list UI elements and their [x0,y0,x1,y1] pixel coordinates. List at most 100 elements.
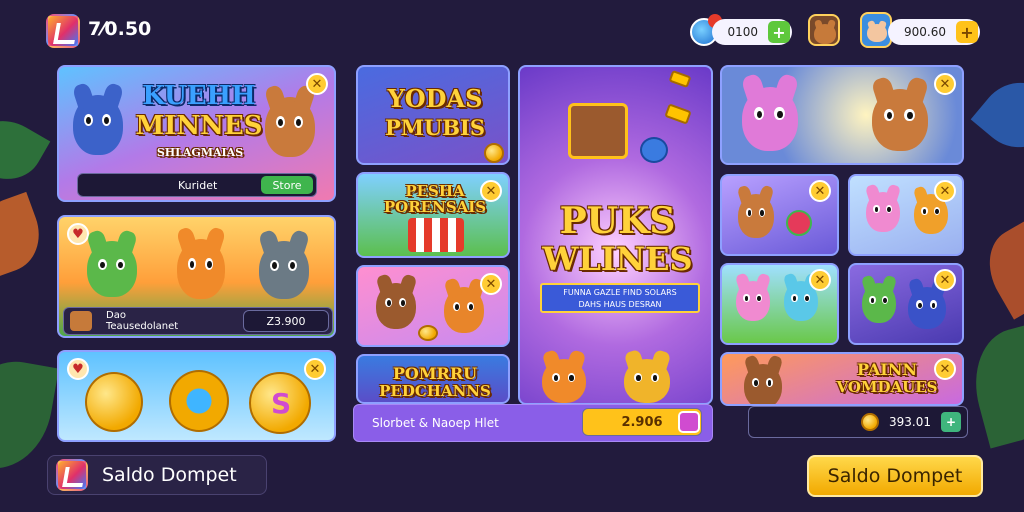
squirrel-character [265,97,315,157]
close-icon[interactable]: ✕ [934,180,956,202]
close-icon[interactable]: ✕ [306,73,328,95]
game-card-squirrels[interactable]: ✕ [356,265,510,347]
currency-value-right: 900.60 [904,25,946,39]
game-card-animals[interactable]: ♥ Dao Teausedolanet Z3.900 [57,215,336,338]
close-icon[interactable]: ✕ [304,358,326,380]
s-coin-icon: S [249,372,311,434]
close-icon[interactable]: ✕ [809,269,831,291]
game-card-thumb-4[interactable]: ✕ [848,263,964,345]
close-icon[interactable]: ✕ [480,180,502,202]
close-icon[interactable]: ✕ [934,73,956,95]
pink-cat-character [736,281,770,321]
wallet-balance-label-right: Saldo Dompet [827,465,963,487]
wallet-balance-label-left: Saldo Dompet [102,464,237,486]
coin-icon [861,413,879,431]
currency-pill-left: 0100 + [712,19,792,45]
close-icon[interactable]: ✕ [934,358,956,380]
heart-badge-icon: ♥ [67,358,89,380]
orange-squirrel-character [444,287,484,333]
close-icon[interactable]: ✕ [934,269,956,291]
card-title-line1: PAINN [856,360,917,379]
store-button[interactable]: Store [261,176,313,194]
card-title-line3: SHLAGMAIAS [156,146,244,159]
card-title-line2: VOMDAUES [836,378,938,396]
card-title-line2: MINNES [135,111,263,141]
currency-pill-right: 900.60 + [888,19,980,45]
right-status-value: 393.01 [889,415,931,429]
right-foliage [962,321,1024,449]
card-title-line2: WLINES [542,240,693,278]
green-bear-character [862,283,896,323]
game-card-cats-banner[interactable]: ✕ [720,65,964,165]
gold-bar-icon [664,103,692,125]
card-value-box: Z3.900 [243,310,329,332]
card-info-label-line1: Dao [106,310,126,321]
card-title-line2: PMUBIS [384,115,486,140]
gold-bar-icon [668,69,692,89]
squirrel-character [738,194,774,238]
blue-gem-icon [640,137,668,163]
game-card-pomrru[interactable]: POMRRU PEDCHANNS [356,354,510,404]
orange-cat-character [542,359,586,403]
orange-fox-character [177,239,225,299]
left-foliage [0,191,51,279]
game-card-kuehh-minnes[interactable]: KUEHH MINNES SHLAGMAIAS ✕ Kuridet Store [57,65,336,202]
currency-value-left: 0100 [727,25,758,39]
smiley-coin-icon [85,372,143,432]
coin-icon [484,143,504,163]
left-foliage [0,106,51,194]
wallet-balance-button-left[interactable]: Saldo Dompet [47,455,267,495]
add-gold-button[interactable]: + [956,21,978,43]
game-card-painn[interactable]: PAINN VOMDAUES ✕ [720,352,964,406]
ribbon-text-line1: FUNNA GAZLE FIND SOLARS [563,288,677,297]
game-card-pesha[interactable]: PESHA PORENSAIS ✕ [356,172,510,258]
game-card-coins[interactable]: ♥ S ✕ [57,350,336,442]
pink-cat-character [866,192,900,232]
card-title-line1: KUEHH [142,81,256,111]
pet-avatar[interactable] [808,14,840,46]
card-title-line2: PORENSAIS [383,198,487,216]
header-balance: 7⁄0.50 [88,18,152,40]
right-foliage [974,220,1024,320]
close-icon[interactable]: ✕ [480,273,502,295]
squirrel-character [744,364,782,404]
game-card-puks-featured[interactable]: PUKS WLINES FUNNA GAZLE FIND SOLARS DAHS… [518,65,713,405]
game-card-yodas[interactable]: YODAS PMUBIS [356,65,510,165]
app-logo-icon [56,459,88,491]
right-status-bar: 393.01 + [748,406,968,438]
card-title-line1: POMRRU [392,364,478,383]
chest-icon [70,311,92,331]
pink-cat-character [742,87,798,151]
heart-badge-icon: ♥ [67,223,89,245]
card-info-label-line2: Teausedolanet [106,321,179,332]
treasure-chest-icon [568,103,628,159]
brown-squirrel-character [376,283,416,329]
right-foliage [970,65,1024,165]
add-currency-button[interactable]: + [768,21,790,43]
app-logo-icon[interactable] [46,14,80,48]
yellow-cat-character [624,359,670,403]
card-info-label: Kuridet [178,178,218,192]
wallet-balance-button-right[interactable]: Saldo Dompet [807,455,983,497]
game-card-thumb-2[interactable]: ✕ [848,174,964,256]
card-title-line2: PEDCHANNS [379,382,491,400]
gem-orb-icon [786,210,812,236]
card-title-line1: PUKS [559,200,676,242]
purple-gem-icon [678,411,700,433]
blue-wolf-character [73,95,123,155]
blue-fox-character [908,287,946,329]
featured-ribbon: FUNNA GAZLE FIND SOLARS DAHS HAUS DESRAN [540,283,700,313]
game-card-thumb-1[interactable]: ✕ [720,174,839,256]
coin-icon [418,325,438,341]
add-balance-button[interactable]: + [941,412,961,432]
close-icon[interactable]: ✕ [809,180,831,202]
ribbon-text-line2: DAHS HAUS DESRAN [578,300,662,309]
game-card-thumb-3[interactable]: ✕ [720,263,839,345]
green-hat-squirrel-character [872,89,928,151]
green-bear-character [87,241,137,297]
center-value: 2.906 [621,414,663,430]
card-value: Z3.900 [266,314,306,328]
grey-monkey-character [259,241,309,299]
compass-coin-icon [169,370,229,432]
market-stall-icon [408,218,464,252]
